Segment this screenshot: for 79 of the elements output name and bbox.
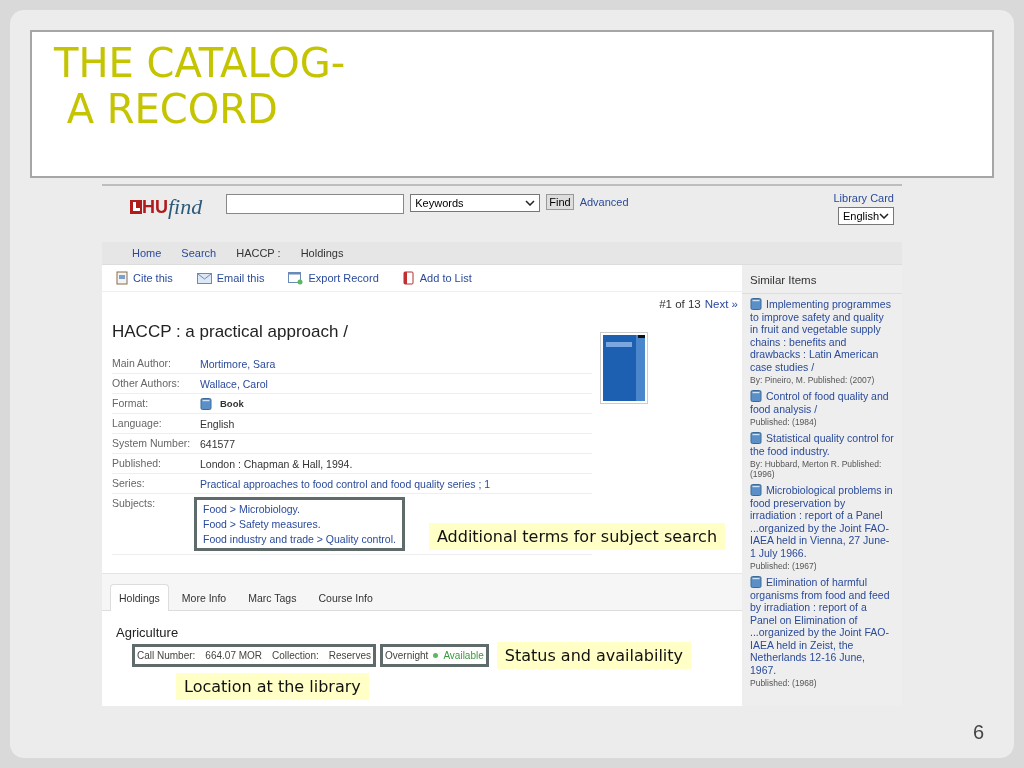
callout-note: Status and availability xyxy=(496,642,692,669)
library-card-link[interactable]: Library Card xyxy=(833,192,894,204)
field-label: Published: xyxy=(112,457,163,470)
field-label: Other Authors: xyxy=(112,377,181,390)
advanced-link[interactable]: Advanced xyxy=(579,196,629,208)
field-value: London : Chapman & Hall, 1994. xyxy=(200,457,353,470)
slide-title: THE CATALOG- xyxy=(54,40,347,86)
toolbar-link[interactable]: Cite this xyxy=(116,271,173,285)
breadcrumb-item: Holdings xyxy=(300,247,344,259)
logo-text: HU xyxy=(142,196,168,218)
collection-value: Reserves xyxy=(328,650,371,661)
similar-item-link[interactable]: Microbiological problems in food preservation by irradiation : report of a Panel ...organized by the Joint FAO-IAEA held in Vienna, 27 June-1 July 1966. xyxy=(750,484,894,559)
subject-link[interactable]: Food industry and trade > Quality control. xyxy=(203,533,396,545)
chevron-down-icon xyxy=(525,200,536,206)
collection-label: Collection: xyxy=(272,650,319,661)
availability-status: Available xyxy=(443,650,484,661)
export-icon xyxy=(288,271,304,285)
similar-item-meta: Published: (1984) xyxy=(750,417,818,427)
call-number-label: Call Number: xyxy=(137,650,196,661)
similar-item-meta: By: Pineiro, M. Published: (2007) xyxy=(750,375,876,385)
book-icon xyxy=(200,397,212,410)
book-cover xyxy=(600,332,648,404)
book-icon xyxy=(750,432,762,444)
document-icon xyxy=(116,271,128,285)
tab[interactable]: Course Info xyxy=(309,584,382,611)
tab[interactable]: Holdings xyxy=(110,584,169,611)
similar-item-meta: Published: (1968) xyxy=(750,678,818,688)
book-icon xyxy=(750,576,762,588)
find-button[interactable]: Find xyxy=(546,194,574,210)
record-title: HACCP : a practical approach / xyxy=(112,322,349,342)
field-label: Language: xyxy=(112,417,163,430)
chevron-down-icon xyxy=(879,213,889,219)
field-label: System Number: xyxy=(112,437,192,450)
logo-mark-icon xyxy=(130,200,142,214)
similar-item-meta: Published: (1967) xyxy=(750,561,818,571)
logo-script: find xyxy=(168,194,203,220)
search-type-select[interactable]: Keywords xyxy=(410,194,541,212)
sidebar-heading: Similar Items xyxy=(742,265,902,294)
field-link[interactable]: Wallace, Carol xyxy=(200,377,268,390)
callout-note: Location at the library xyxy=(176,673,369,700)
callout-note: Additional terms for subject search xyxy=(428,523,726,550)
field-value: 641577 xyxy=(200,437,236,450)
book-icon xyxy=(750,484,762,496)
book-icon xyxy=(750,298,762,310)
breadcrumb-item[interactable]: Home xyxy=(132,247,162,259)
location-heading: Agriculture xyxy=(116,625,180,640)
field-link[interactable]: Practical approaches to food control and food quality series ; 1 xyxy=(200,477,491,490)
envelope-icon xyxy=(196,272,212,284)
language-select[interactable]: English xyxy=(838,207,894,225)
next-link[interactable]: Next » xyxy=(704,298,738,310)
format-value: Book xyxy=(200,397,244,410)
field-label: Subjects: xyxy=(112,497,157,511)
call-number: 664.07 MOR xyxy=(205,650,263,661)
toolbar-link[interactable]: Add to List xyxy=(402,271,472,285)
similar-item-link[interactable]: Elimination of harmful organisms from food and feed by irradiation : report of a Panel on Elimination of ...organized by the Joint FAO-IAEA held in Zeist, the Netherlands 12-16 June, 1967. xyxy=(750,576,894,676)
subject-link[interactable]: Food > Safety measures. xyxy=(203,518,396,530)
field-label: Main Author: xyxy=(112,357,172,370)
field-value: English xyxy=(200,417,235,430)
breadcrumb-item: HACCP : xyxy=(236,247,281,259)
subject-link[interactable]: Food > Microbiology. xyxy=(203,503,396,515)
similar-item-link[interactable]: Implementing programmes to improve safety and quality in fruit and vegetable supply chains : benefits and drawbacks : Latin American case studies / xyxy=(750,298,894,373)
book-icon xyxy=(750,390,762,402)
bookmark-icon xyxy=(402,271,415,285)
field-label: Series: xyxy=(112,477,146,490)
loan-type: Overnight xyxy=(385,650,429,661)
toolbar-link[interactable]: Export Record xyxy=(288,271,379,285)
similar-item-meta: By: Hubbard, Merton R. Published: (1996) xyxy=(750,459,883,479)
field-link[interactable]: Mortimore, Sara xyxy=(200,357,276,370)
similar-item-link[interactable]: Control of food quality and food analysis / xyxy=(750,390,894,415)
result-position: #1 of 13 xyxy=(659,298,701,310)
page-number: 6 xyxy=(972,721,984,744)
breadcrumb-item[interactable]: Search xyxy=(181,247,217,259)
search-field[interactable] xyxy=(226,194,405,214)
field-label: Format: xyxy=(112,397,150,410)
tab[interactable]: More Info xyxy=(172,584,236,611)
toolbar-link[interactable]: Email this xyxy=(196,271,265,285)
slide-title: A RECORD xyxy=(65,86,279,132)
similar-item-link[interactable]: Statistical quality control for the food industry. xyxy=(750,432,894,457)
tab[interactable]: Marc Tags xyxy=(239,584,306,611)
